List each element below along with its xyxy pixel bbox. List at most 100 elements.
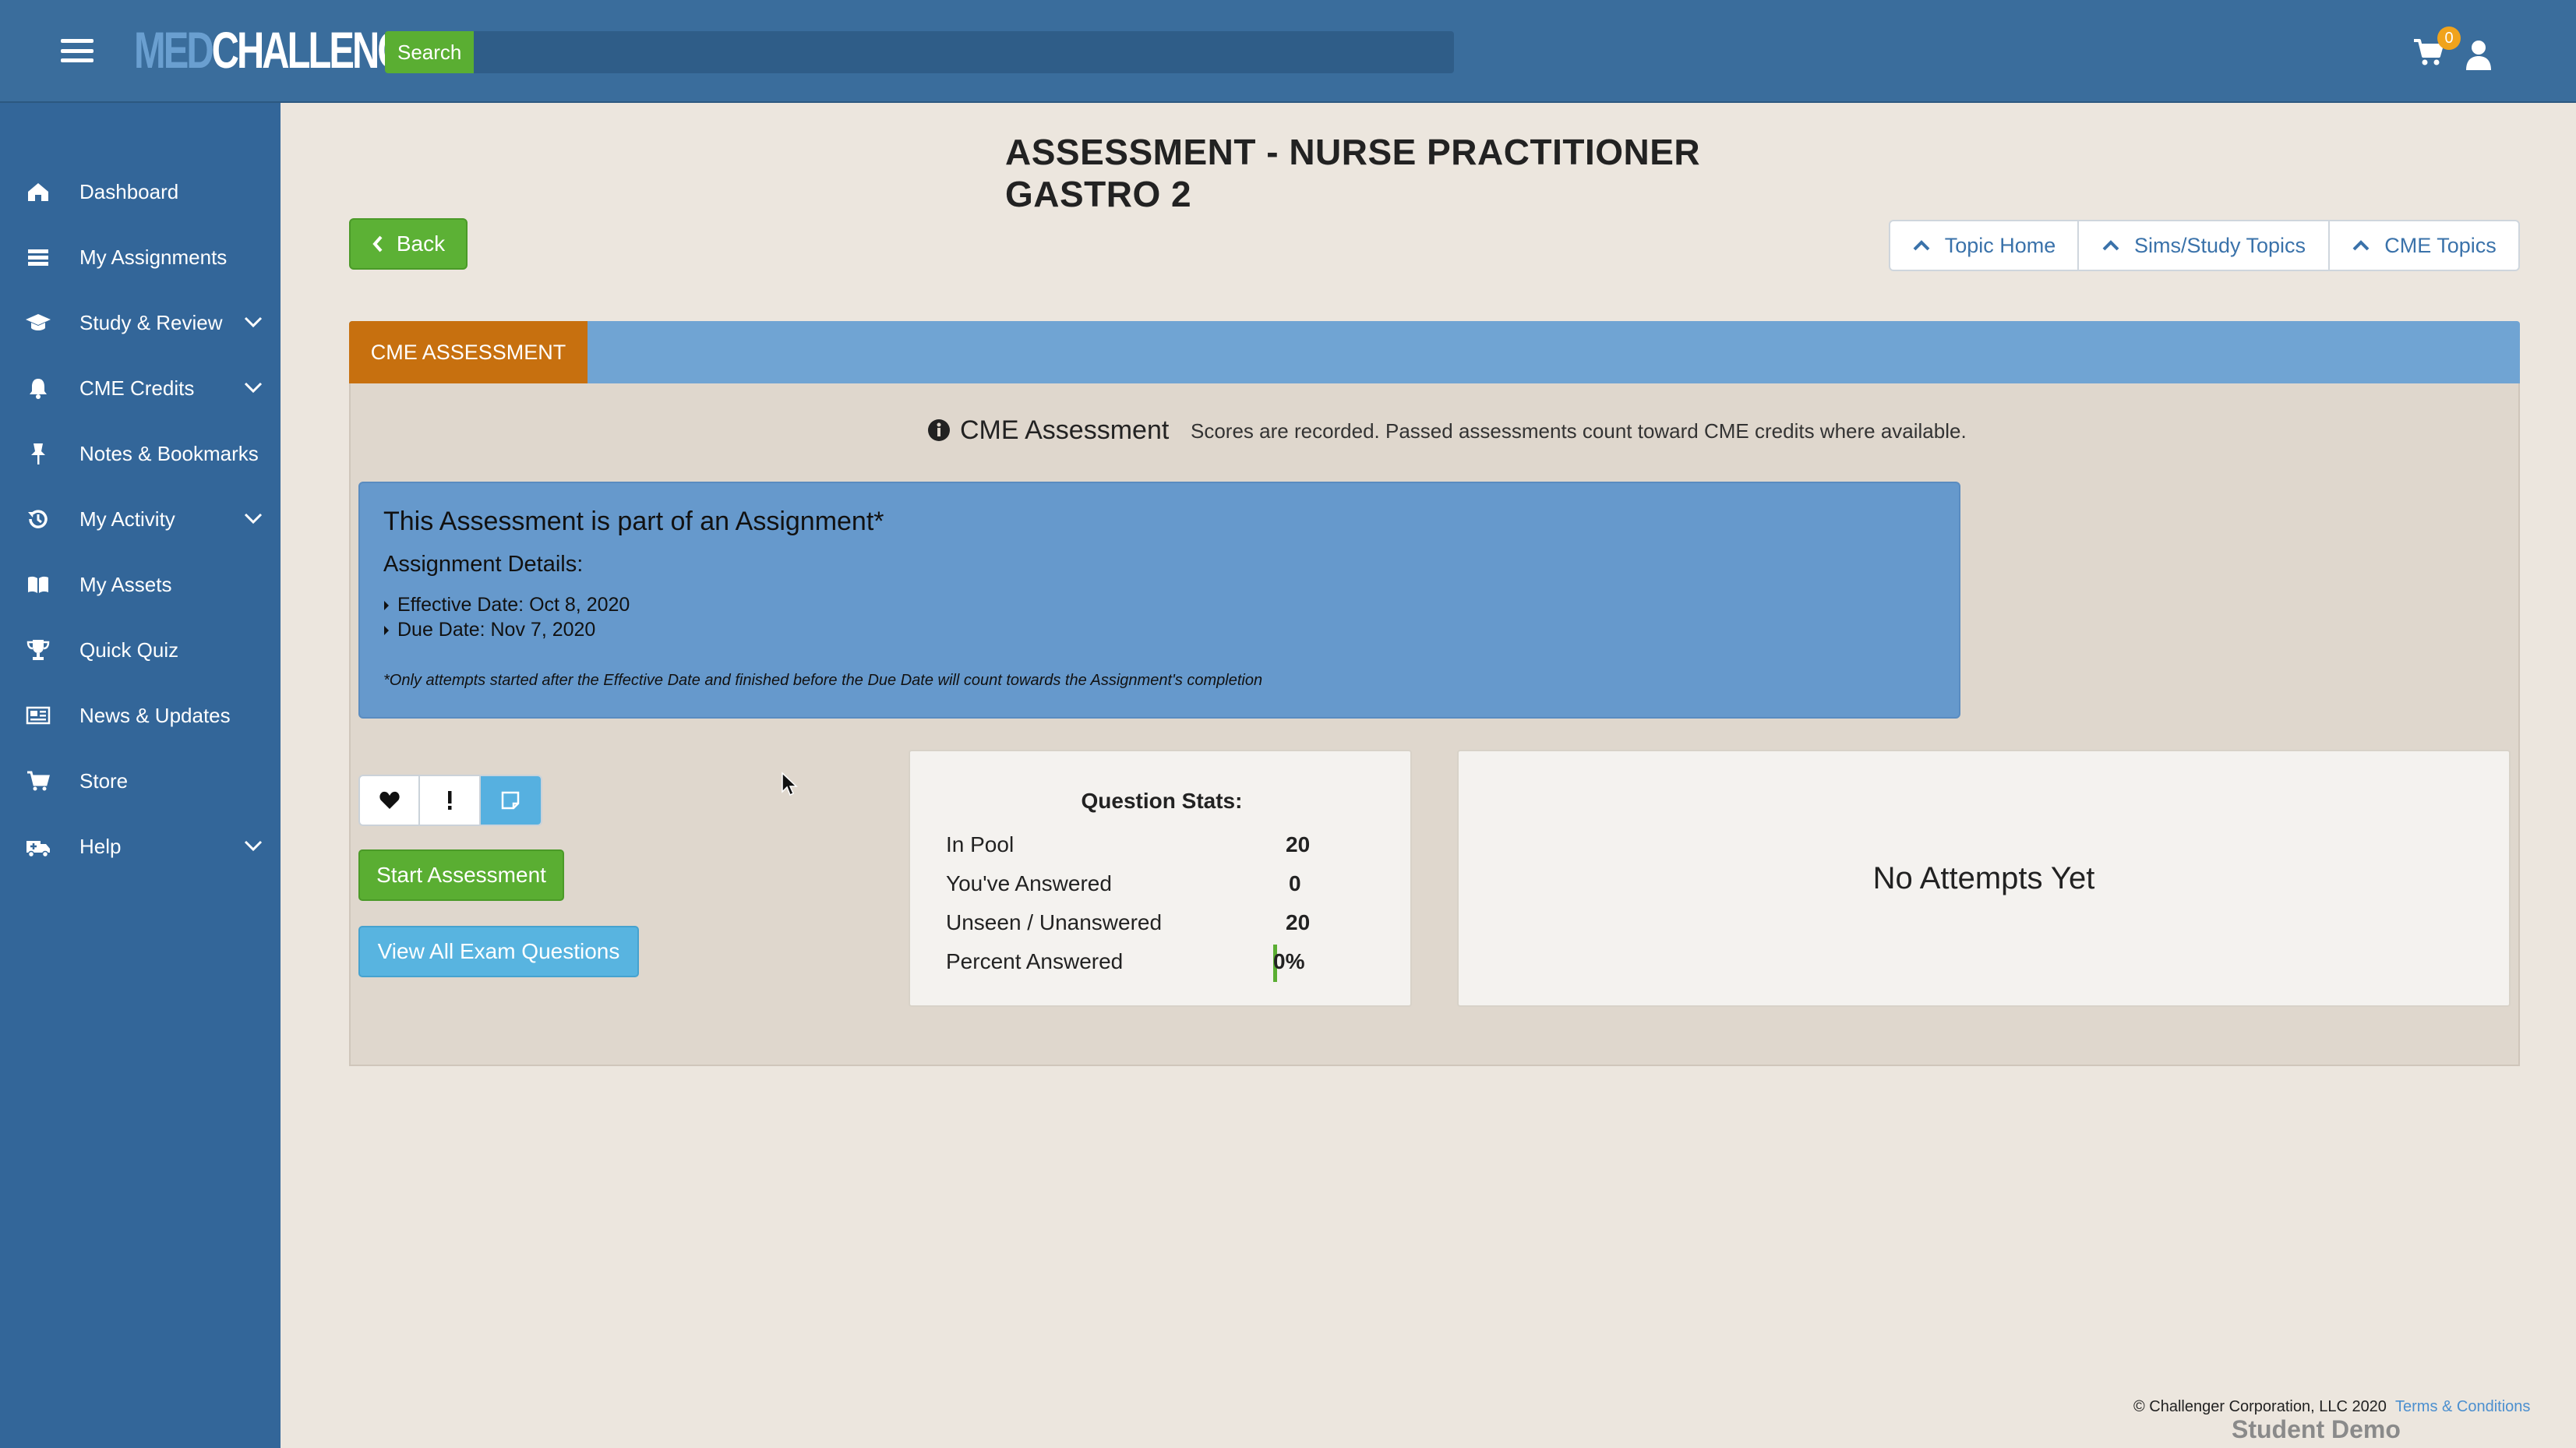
sidebar-item-label: CME Credits (79, 376, 195, 400)
sidebar-item-label: Quick Quiz (79, 637, 179, 662)
sidebar-item-label: Dashboard (79, 179, 179, 203)
start-assessment-button[interactable]: Start Assessment (358, 849, 564, 901)
note-icon (502, 791, 520, 810)
stat-label: In Pool (946, 832, 1015, 856)
topic-home-label: Topic Home (1944, 233, 2056, 257)
cart-count-badge: 0 (2437, 26, 2461, 50)
effective-date: Effective Date: Oct 8, 2020 (383, 594, 630, 616)
book-icon (28, 576, 48, 593)
topic-home-button[interactable]: Topic Home (1890, 221, 2079, 270)
tab-cme-assessment[interactable]: CME ASSESSMENT (349, 321, 588, 383)
sidebar-item-my-assets[interactable]: My Assets (0, 556, 281, 613)
flag-button[interactable] (420, 776, 481, 825)
sidebar-item-news-updates[interactable]: News & Updates (0, 687, 281, 743)
sidebar-item-label: Notes & Bookmarks (79, 441, 259, 465)
back-button[interactable]: Back (349, 218, 468, 270)
due-date-text: Due Date: Nov 7, 2020 (397, 619, 596, 641)
sidebar-item-dashboard[interactable]: Dashboard (0, 164, 281, 220)
stat-label: Percent Answered (946, 949, 1124, 973)
terms-link[interactable]: Terms & Conditions (2395, 1398, 2530, 1416)
sidebar-item-help[interactable]: Help (0, 818, 281, 874)
trophy-icon (26, 640, 50, 660)
note-button[interactable] (480, 776, 541, 825)
cme-heading-text: CME Assessment (960, 415, 1170, 445)
search-button[interactable]: Search (385, 31, 475, 73)
stat-label: Unseen / Unanswered (946, 910, 1163, 934)
assignment-footnote: *Only attempts started after the Effecti… (383, 672, 1263, 689)
question-filter-group (358, 775, 542, 826)
exclamation-icon (448, 791, 452, 810)
history-icon (28, 510, 48, 528)
sidebar-item-label: Help (79, 834, 122, 858)
home-icon (28, 183, 48, 201)
sims-study-topics-button[interactable]: Sims/Study Topics (2079, 221, 2330, 270)
sidebar-item-label: News & Updates (79, 703, 231, 727)
no-attempts-text: No Attempts Yet (1872, 860, 2095, 895)
cme-assessment-heading: CME Assessment (927, 413, 1169, 447)
favorite-button[interactable] (360, 776, 421, 825)
list-icon (28, 249, 48, 266)
pin-icon (31, 443, 45, 464)
sidebar-item-quick-quiz[interactable]: Quick Quiz (0, 622, 281, 678)
newspaper-icon (26, 706, 51, 725)
search-input[interactable] (474, 31, 1454, 73)
sidebar-item-cme-credits[interactable]: CME Credits (0, 360, 281, 416)
stat-value: 20 (1286, 832, 1311, 856)
sidebar-item-label: Store (79, 768, 129, 793)
chevron-up-icon (2352, 240, 2370, 251)
logo-med-text: MED (134, 21, 214, 79)
menu-toggle-icon[interactable] (61, 39, 94, 62)
sidebar-item-my-assignments[interactable]: My Assignments (0, 229, 281, 285)
heart-icon (379, 791, 400, 809)
sidebar-item-notes-bookmarks[interactable]: Notes & Bookmarks (0, 426, 281, 482)
assignment-info-box: This Assessment is part of an Assignment… (358, 482, 1960, 719)
cme-topics-button[interactable]: CME Topics (2330, 221, 2518, 270)
effective-date-text: Effective Date: Oct 8, 2020 (397, 594, 630, 616)
stat-value: 0% (1273, 949, 1305, 973)
page-title: ASSESSMENT - NURSE PRACTITIONER GASTRO 2 (1005, 132, 1701, 214)
user-icon[interactable] (2464, 39, 2493, 70)
question-stats-card: Question Stats: In Pool 20 You've Answer… (909, 750, 1412, 1007)
mouse-cursor-icon (782, 772, 798, 796)
chevron-down-icon (244, 513, 263, 524)
copyright-text: © Challenger Corporation, LLC 2020 (2133, 1398, 2387, 1415)
sims-study-topics-label: Sims/Study Topics (2133, 233, 2306, 257)
attempts-card: No Attempts Yet (1457, 750, 2511, 1007)
sidebar-item-study-review[interactable]: Study & Review (0, 295, 281, 351)
due-date: Due Date: Nov 7, 2020 (383, 619, 595, 641)
chevron-up-icon (2102, 240, 2119, 251)
info-icon (928, 419, 950, 441)
cart-icon (27, 771, 50, 791)
caret-right-icon (384, 625, 389, 635)
stats-title: Question Stats: (1081, 789, 1243, 813)
chevron-down-icon (244, 382, 263, 394)
caret-right-icon (384, 600, 389, 610)
assignment-details-label: Assignment Details: (383, 552, 584, 577)
sidebar: Dashboard My Assignments Study & Review … (0, 103, 281, 1448)
sidebar-item-label: Study & Review (79, 310, 223, 334)
back-button-label: Back (396, 231, 446, 256)
sidebar-item-label: My Activity (79, 507, 175, 531)
sidebar-item-label: My Assets (79, 572, 172, 596)
sidebar-item-store[interactable]: Store (0, 753, 281, 809)
student-user-label: Student Demo (student_demo) (2232, 1415, 2419, 1448)
chevron-down-icon (244, 840, 263, 852)
tab-bar: CME ASSESSMENT (349, 321, 2520, 383)
stat-value: 0 (1289, 871, 1301, 895)
chevron-down-icon (244, 316, 263, 328)
view-all-questions-button[interactable]: View All Exam Questions (358, 926, 639, 977)
sidebar-item-my-activity[interactable]: My Activity (0, 491, 281, 547)
chevron-up-icon (1913, 240, 1930, 251)
ambulance-icon (26, 841, 50, 858)
cme-note: Scores are recorded. Passed assessments … (1191, 419, 1967, 443)
cme-topics-label: CME Topics (2384, 233, 2497, 257)
assignment-title: This Assessment is part of an Assignment… (383, 507, 884, 536)
stat-value: 20 (1286, 910, 1311, 934)
topic-nav-group: Topic Home Sims/Study Topics CME Topics (1889, 220, 2520, 271)
sidebar-item-label: My Assignments (79, 245, 228, 269)
search-bar: Search (385, 31, 1454, 73)
bell-icon (30, 379, 47, 399)
stat-label: You've Answered (946, 871, 1112, 895)
graduation-cap-icon (26, 314, 51, 330)
top-bar: MED CHALLENGER Search 0 (0, 0, 2576, 103)
